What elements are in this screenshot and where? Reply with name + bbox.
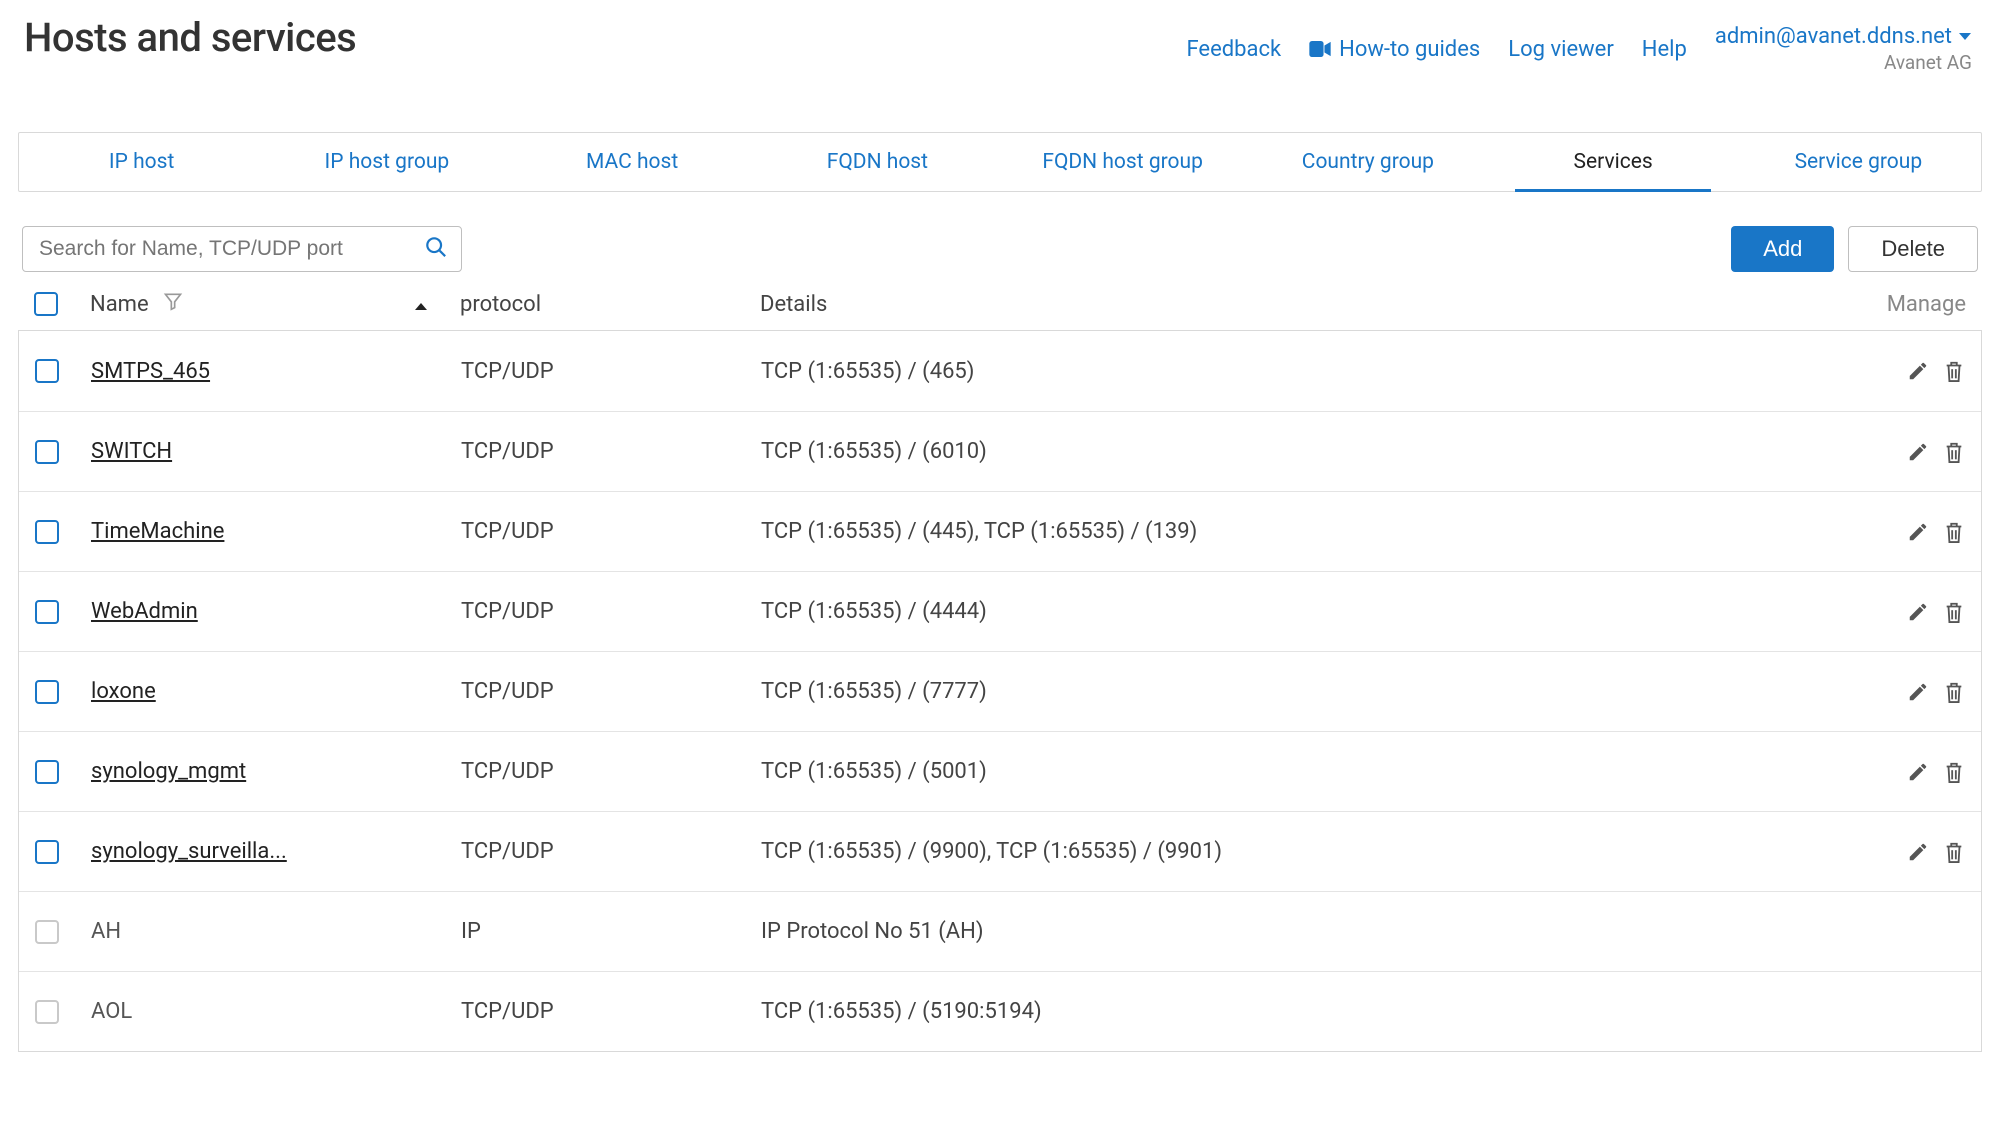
- logviewer-link[interactable]: Log viewer: [1508, 37, 1614, 62]
- service-details: TCP (1:65535) / (7777): [761, 679, 1855, 704]
- row-checkbox: [35, 920, 59, 944]
- service-protocol: TCP/UDP: [461, 679, 761, 704]
- table-row: synology_mgmt TCP/UDPTCP (1:65535) / (500…: [19, 731, 1981, 811]
- service-protocol: TCP/UDP: [461, 839, 761, 864]
- chevron-down-icon: [1958, 32, 1972, 42]
- table-row: WebAdmin TCP/UDPTCP (1:65535) / (4444): [19, 571, 1981, 651]
- tab-mac-host[interactable]: MAC host: [510, 133, 755, 191]
- row-checkbox: [35, 1000, 59, 1024]
- tab-ip-host-group[interactable]: IP host group: [264, 133, 509, 191]
- delete-icon[interactable]: [1943, 680, 1965, 704]
- tab-fqdn-host-group[interactable]: FQDN host group: [1000, 133, 1245, 191]
- row-checkbox[interactable]: [35, 840, 59, 864]
- service-protocol: TCP/UDP: [461, 599, 761, 624]
- tab-fqdn-host[interactable]: FQDN host: [755, 133, 1000, 191]
- tab-service-group[interactable]: Service group: [1736, 133, 1981, 191]
- user-menu[interactable]: admin@avanet.ddns.net: [1715, 24, 1972, 49]
- service-details: TCP (1:65535) / (5001): [761, 759, 1855, 784]
- tab-ip-host[interactable]: IP host: [19, 133, 264, 191]
- table-row: AH IPIP Protocol No 51 (AH): [19, 891, 1981, 971]
- service-details: TCP (1:65535) / (445), TCP (1:65535) / (…: [761, 519, 1855, 544]
- feedback-link[interactable]: Feedback: [1186, 37, 1281, 62]
- row-checkbox[interactable]: [35, 520, 59, 544]
- video-icon: [1309, 41, 1331, 57]
- sort-ascending-icon[interactable]: [414, 292, 428, 317]
- row-checkbox[interactable]: [35, 359, 59, 383]
- edit-icon[interactable]: [1907, 521, 1929, 543]
- col-details-header[interactable]: Details: [760, 292, 1836, 317]
- service-name: AOL: [91, 999, 132, 1024]
- help-link[interactable]: Help: [1642, 37, 1687, 62]
- service-protocol: TCP/UDP: [461, 359, 761, 384]
- row-checkbox[interactable]: [35, 680, 59, 704]
- delete-icon[interactable]: [1943, 840, 1965, 864]
- row-checkbox[interactable]: [35, 600, 59, 624]
- service-name: AH: [91, 919, 121, 944]
- service-protocol: TCP/UDP: [461, 759, 761, 784]
- tab-services[interactable]: Services: [1491, 133, 1736, 191]
- service-details: IP Protocol No 51 (AH): [761, 919, 1855, 944]
- delete-button[interactable]: Delete: [1848, 226, 1978, 272]
- guides-link[interactable]: How-to guides: [1309, 37, 1480, 62]
- edit-icon[interactable]: [1907, 761, 1929, 783]
- col-name-header[interactable]: Name: [90, 292, 149, 317]
- filter-icon[interactable]: [163, 291, 183, 317]
- service-protocol: IP: [461, 919, 761, 944]
- add-button[interactable]: Add: [1731, 226, 1834, 272]
- service-protocol: TCP/UDP: [461, 519, 761, 544]
- search-input[interactable]: [37, 236, 413, 262]
- service-name-link[interactable]: SMTPS_465: [91, 359, 210, 384]
- edit-icon[interactable]: [1907, 841, 1929, 863]
- delete-icon[interactable]: [1943, 359, 1965, 383]
- service-details: TCP (1:65535) / (6010): [761, 439, 1855, 464]
- service-name-link[interactable]: TimeMachine: [91, 519, 224, 544]
- service-name-link[interactable]: synology_surveilla...: [91, 839, 287, 864]
- table-row: SWITCH TCP/UDPTCP (1:65535) / (6010): [19, 411, 1981, 491]
- service-name-link[interactable]: WebAdmin: [91, 599, 198, 624]
- edit-icon[interactable]: [1907, 601, 1929, 623]
- delete-icon[interactable]: [1943, 760, 1965, 784]
- row-checkbox[interactable]: [35, 760, 59, 784]
- col-manage-header: Manage: [1836, 292, 1966, 317]
- tab-bar: IP hostIP host groupMAC hostFQDN hostFQD…: [19, 133, 1981, 191]
- search-icon[interactable]: [425, 236, 447, 262]
- service-protocol: TCP/UDP: [461, 439, 761, 464]
- table-row: loxone TCP/UDPTCP (1:65535) / (7777): [19, 651, 1981, 731]
- org-name: Avanet AG: [1884, 51, 1972, 74]
- table-row: synology_surveilla... TCP/UDPTCP (1:65535…: [19, 811, 1981, 891]
- page-title: Hosts and services: [24, 14, 356, 61]
- service-protocol: TCP/UDP: [461, 999, 761, 1024]
- edit-icon[interactable]: [1907, 441, 1929, 463]
- service-name-link[interactable]: synology_mgmt: [91, 759, 246, 784]
- tab-country-group[interactable]: Country group: [1245, 133, 1490, 191]
- select-all-checkbox[interactable]: [34, 292, 58, 316]
- table-row: SMTPS_465 TCP/UDPTCP (1:65535) / (465): [19, 331, 1981, 411]
- service-details: TCP (1:65535) / (9900), TCP (1:65535) / …: [761, 839, 1855, 864]
- edit-icon[interactable]: [1907, 360, 1929, 382]
- service-name-link[interactable]: loxone: [91, 679, 156, 704]
- edit-icon[interactable]: [1907, 681, 1929, 703]
- row-checkbox[interactable]: [35, 440, 59, 464]
- delete-icon[interactable]: [1943, 600, 1965, 624]
- service-details: TCP (1:65535) / (465): [761, 359, 1855, 384]
- search-field-wrap: [22, 226, 462, 272]
- service-name-link[interactable]: SWITCH: [91, 439, 172, 464]
- delete-icon[interactable]: [1943, 440, 1965, 464]
- delete-icon[interactable]: [1943, 520, 1965, 544]
- table-row: AOL TCP/UDPTCP (1:65535) / (5190:5194): [19, 971, 1981, 1051]
- service-details: TCP (1:65535) / (4444): [761, 599, 1855, 624]
- col-protocol-header[interactable]: protocol: [460, 292, 760, 317]
- service-details: TCP (1:65535) / (5190:5194): [761, 999, 1855, 1024]
- table-row: TimeMachine TCP/UDPTCP (1:65535) / (445),…: [19, 491, 1981, 571]
